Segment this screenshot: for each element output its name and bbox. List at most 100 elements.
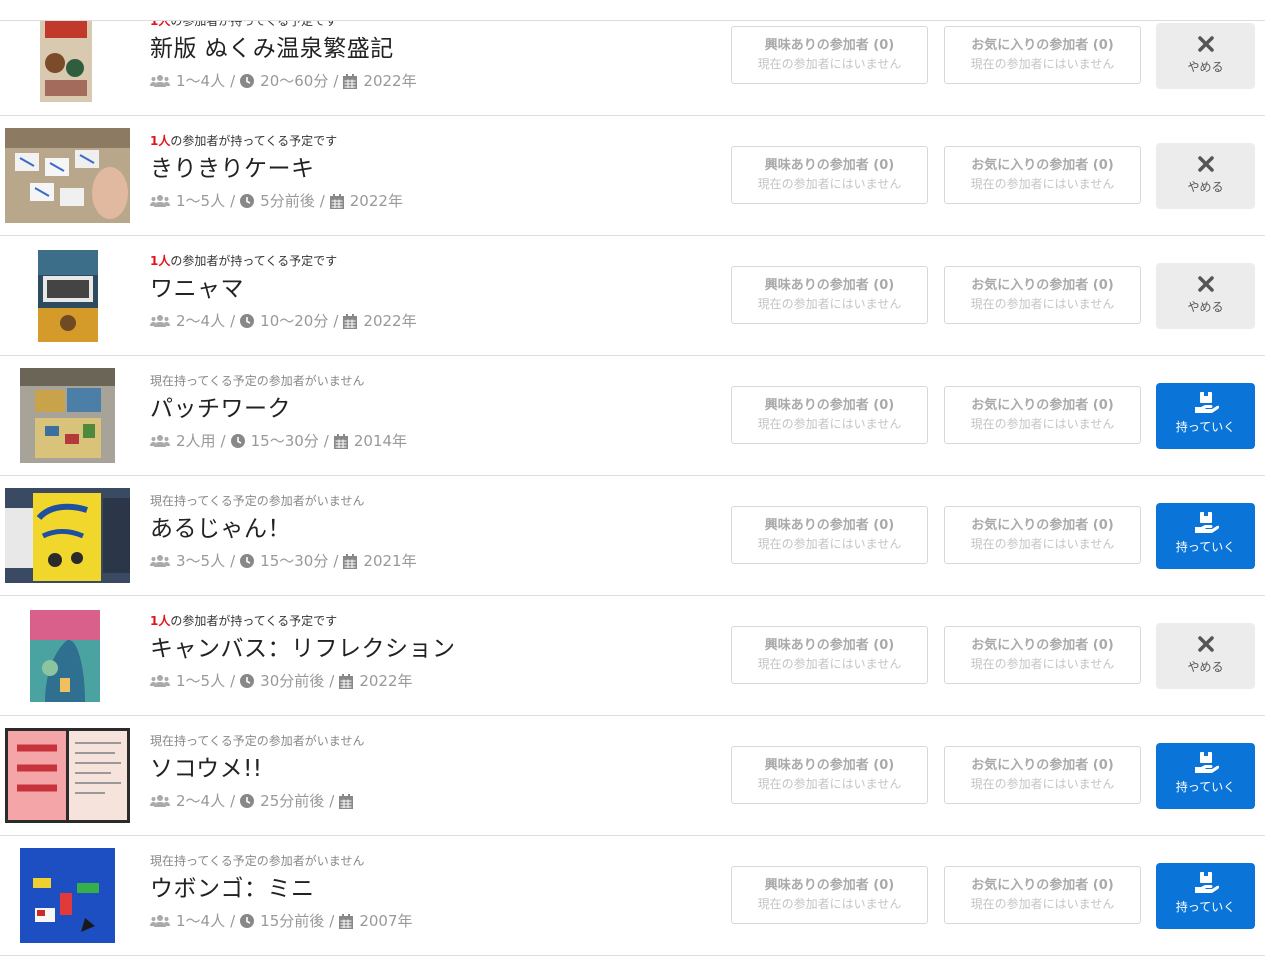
cancel-button[interactable]: やめる [1156,623,1255,689]
game-thumbnail[interactable] [5,488,130,583]
game-meta: 1〜4人/ 15分前後/ 2007年 [150,911,710,931]
players: 1〜5人 [176,672,226,690]
users-icon [150,434,170,448]
bring-status: 現在持ってくる予定の参加者がいません [150,373,710,389]
favorite-participants-box[interactable]: お気に入りの参加者 (0) 現在の参加者にはいません [944,386,1141,444]
hand-carry-icon [1156,872,1255,896]
interested-sub: 現在の参加者にはいません [757,297,902,311]
play-time: 25分前後 [260,792,325,810]
game-title[interactable]: ソコウメ!! [150,753,710,785]
interested-participants-box[interactable]: 興味ありの参加者 (0) 現在の参加者にはいません [731,266,928,324]
interested-participants-box[interactable]: 興味ありの参加者 (0) 現在の参加者にはいません [731,866,928,924]
game-meta: 2人用/ 15〜30分/ 2014年 [150,431,710,451]
clock-icon [240,794,255,808]
favorite-header: お気に入りの参加者 (0) [971,278,1114,293]
play-time: 10〜20分 [260,312,329,330]
interested-sub: 現在の参加者にはいません [757,537,902,551]
favorite-sub: 現在の参加者にはいません [970,177,1115,191]
release-year: 2022年 [359,672,413,690]
clock-icon [240,74,255,88]
bring-status: 1人の参加者が持ってくる予定です [150,253,710,269]
calendar-icon [343,73,358,89]
bring-button[interactable]: 持っていく [1156,503,1255,569]
play-time: 15分前後 [260,912,325,930]
action-label: やめる [1187,300,1224,314]
bring-status-text: の参加者が持ってくる予定です [170,254,338,268]
interested-participants-box[interactable]: 興味ありの参加者 (0) 現在の参加者にはいません [731,746,928,804]
favorite-sub: 現在の参加者にはいません [970,537,1115,551]
clock-icon [240,194,255,208]
users-icon [150,74,170,88]
game-title[interactable]: パッチワーク [150,393,710,425]
favorite-participants-box[interactable]: お気に入りの参加者 (0) 現在の参加者にはいません [944,866,1141,924]
users-icon [150,914,170,928]
bring-button[interactable]: 持っていく [1156,743,1255,809]
cancel-button[interactable]: やめる [1156,263,1255,329]
game-thumbnail[interactable] [5,728,130,823]
bring-status: 1人の参加者が持ってくる予定です [150,613,710,629]
favorite-participants-box[interactable]: お気に入りの参加者 (0) 現在の参加者にはいません [944,146,1141,204]
action-label: 持っていく [1175,420,1236,434]
interested-participants-box[interactable]: 興味ありの参加者 (0) 現在の参加者にはいません [731,146,928,204]
calendar-icon [333,433,348,449]
favorite-participants-box[interactable]: お気に入りの参加者 (0) 現在の参加者にはいません [944,266,1141,324]
players: 3〜5人 [176,552,226,570]
game-title[interactable]: 新版 ぬくみ温泉繁盛記 [150,33,710,65]
interested-sub: 現在の参加者にはいません [757,417,902,431]
favorite-participants-box[interactable]: お気に入りの参加者 (0) 現在の参加者にはいません [944,506,1141,564]
game-meta: 1〜4人/ 20〜60分/ 2022年 [150,71,710,91]
cancel-button[interactable]: やめる [1156,143,1255,209]
bring-button[interactable]: 持っていく [1156,863,1255,929]
bring-count: 1人 [150,614,171,628]
bring-status: 現在持ってくる予定の参加者がいません [150,733,710,749]
game-row: 現在持ってくる予定の参加者がいません パッチワーク 2人用/ 15〜30分/ 2… [0,356,1265,476]
clock-icon [240,914,255,928]
favorite-header: お気に入りの参加者 (0) [971,638,1114,653]
hand-carry-icon [1156,752,1255,776]
interested-participants-box[interactable]: 興味ありの参加者 (0) 現在の参加者にはいません [731,506,928,564]
game-thumbnail[interactable] [5,368,130,463]
interested-header: 興味ありの参加者 (0) [764,278,895,293]
favorite-sub: 現在の参加者にはいません [970,57,1115,71]
game-thumbnail[interactable] [5,8,130,103]
favorite-participants-box[interactable]: お気に入りの参加者 (0) 現在の参加者にはいません [944,746,1141,804]
users-icon [150,554,170,568]
close-icon [1156,32,1255,56]
favorite-sub: 現在の参加者にはいません [970,777,1115,791]
interested-participants-box[interactable]: 興味ありの参加者 (0) 現在の参加者にはいません [731,626,928,684]
game-thumbnail[interactable] [5,248,130,343]
game-thumbnail[interactable] [5,608,130,703]
game-title[interactable]: ワニャマ [150,273,710,305]
bring-count: 1人 [150,254,171,268]
bring-status-text: の参加者が持ってくる予定です [170,134,338,148]
users-icon [150,674,170,688]
play-time: 30分前後 [260,672,325,690]
players: 2人用 [176,432,216,450]
game-title[interactable]: ウボンゴ：ミニ [150,873,710,905]
game-title[interactable]: あるじゃん！ [150,513,710,545]
game-thumbnail[interactable] [5,128,130,223]
interested-participants-box[interactable]: 興味ありの参加者 (0) 現在の参加者にはいません [731,26,928,84]
bring-status: 現在持ってくる予定の参加者がいません [150,853,710,869]
game-title[interactable]: きりきりケーキ [150,153,710,185]
release-year: 2022年 [349,192,403,210]
close-icon [1156,152,1255,176]
favorite-participants-box[interactable]: お気に入りの参加者 (0) 現在の参加者にはいません [944,26,1141,84]
players: 1〜5人 [176,192,226,210]
action-label: 持っていく [1175,900,1236,914]
favorite-header: お気に入りの参加者 (0) [971,38,1114,53]
interested-sub: 現在の参加者にはいません [757,57,902,71]
interested-header: 興味ありの参加者 (0) [764,638,895,653]
game-row: 1人の参加者が持ってくる予定です ワニャマ 2〜4人/ 10〜20分/ 2022… [0,236,1265,356]
interested-participants-box[interactable]: 興味ありの参加者 (0) 現在の参加者にはいません [731,386,928,444]
game-thumbnail[interactable] [5,848,130,943]
favorite-header: お気に入りの参加者 (0) [971,398,1114,413]
users-icon [150,314,170,328]
bring-button[interactable]: 持っていく [1156,383,1255,449]
favorite-participants-box[interactable]: お気に入りの参加者 (0) 現在の参加者にはいません [944,626,1141,684]
calendar-icon [339,913,354,929]
calendar-icon [339,793,354,809]
game-meta: 1〜5人/ 30分前後/ 2022年 [150,671,710,691]
cancel-button[interactable]: やめる [1156,23,1255,89]
game-title[interactable]: キャンバス：リフレクション [150,633,710,665]
